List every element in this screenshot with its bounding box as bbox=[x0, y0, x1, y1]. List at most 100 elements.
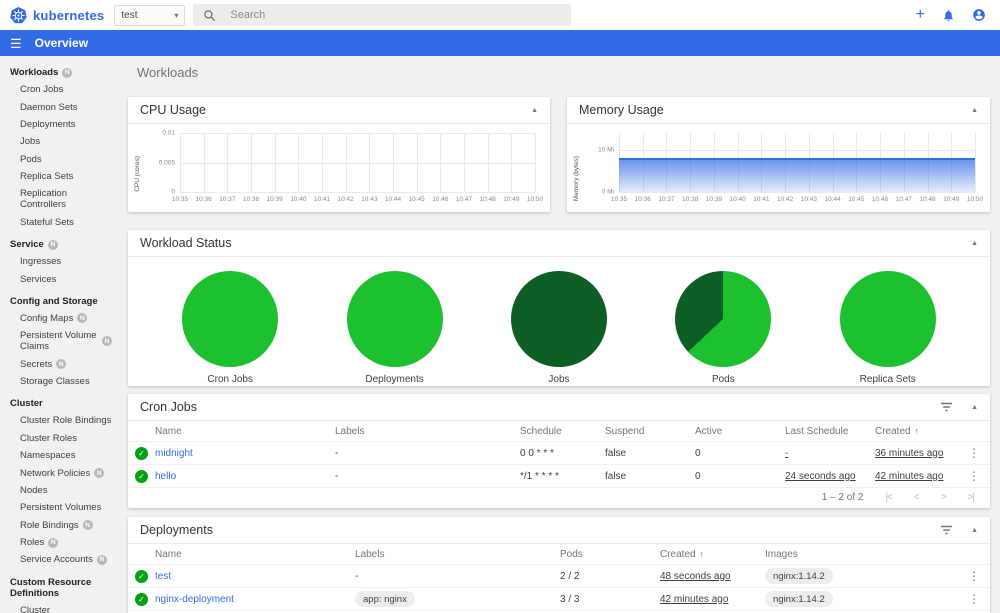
created-value[interactable]: 48 seconds ago bbox=[660, 571, 731, 582]
sidebar-item-namespaces[interactable]: Namespaces bbox=[0, 447, 120, 464]
namespaced-badge: N bbox=[56, 359, 67, 370]
sidebar-item-pods[interactable]: Pods bbox=[0, 151, 120, 168]
col-labels[interactable]: Labels bbox=[335, 426, 520, 437]
logo-text: kubernetes bbox=[33, 7, 105, 23]
sidebar-item-persistent-volumes[interactable]: Persistent Volumes bbox=[0, 499, 120, 516]
namespaced-badge: N bbox=[94, 468, 105, 479]
sidebar-item-service-accounts[interactable]: Service Accounts N bbox=[0, 551, 120, 568]
table-row: ✓ hello - */1 * * * * false 0 24 seconds… bbox=[128, 465, 990, 488]
collapse-caret-icon[interactable]: ▲ bbox=[971, 527, 978, 534]
namespace-selector[interactable]: test ▾ bbox=[114, 4, 186, 26]
namespaced-badge: N bbox=[47, 239, 58, 250]
sidebar-item-cron-jobs[interactable]: Cron Jobs bbox=[0, 81, 120, 98]
sidebar-section-workloads[interactable]: Workloads N bbox=[0, 63, 120, 81]
pie-jobs: Jobs bbox=[484, 271, 634, 385]
prev-page-icon[interactable]: < bbox=[914, 492, 920, 503]
memory-usage-title: Memory Usage bbox=[579, 103, 664, 117]
pods-pie-chart[interactable] bbox=[675, 271, 772, 367]
image-chip: nginx:1.14.2 bbox=[765, 568, 833, 584]
col-labels[interactable]: Labels bbox=[355, 549, 560, 560]
sidebar-item-ingresses[interactable]: Ingresses bbox=[0, 253, 120, 270]
cron-job-link[interactable]: hello bbox=[155, 471, 176, 482]
sidebar-item-config-maps[interactable]: Config Maps N bbox=[0, 310, 120, 327]
last-schedule-value[interactable]: 24 seconds ago bbox=[785, 471, 856, 482]
sidebar-section-custom-resource-definitions[interactable]: Custom Resource Definitions bbox=[0, 573, 120, 602]
collapse-caret-icon[interactable]: ▲ bbox=[971, 404, 978, 411]
account-user-icon[interactable] bbox=[972, 8, 986, 22]
search-input[interactable] bbox=[230, 9, 511, 21]
col-name[interactable]: Name bbox=[155, 426, 335, 437]
sidebar-section-config-and-storage[interactable]: Config and Storage bbox=[0, 292, 120, 310]
filter-icon[interactable] bbox=[940, 402, 953, 412]
created-value[interactable]: 42 minutes ago bbox=[660, 594, 728, 605]
pagination: 1 – 2 of 2 |< < > >| bbox=[128, 488, 990, 507]
col-schedule[interactable]: Schedule bbox=[520, 426, 605, 437]
created-value[interactable]: 36 minutes ago bbox=[875, 448, 943, 459]
search-icon bbox=[204, 9, 216, 21]
namespaced-badge: N bbox=[77, 313, 88, 324]
row-menu-kebab-icon[interactable]: ⋮ bbox=[958, 592, 990, 606]
col-created[interactable]: Created ↑ bbox=[660, 549, 765, 560]
row-menu-kebab-icon[interactable]: ⋮ bbox=[958, 569, 990, 583]
cron-jobs-pie-chart[interactable] bbox=[182, 271, 279, 367]
replica-sets-pie-chart[interactable] bbox=[839, 271, 936, 367]
created-value[interactable]: 42 minutes ago bbox=[875, 471, 943, 482]
col-active[interactable]: Active bbox=[695, 426, 785, 437]
sidebar-item-replica-sets[interactable]: Replica Sets bbox=[0, 168, 120, 185]
deployment-link[interactable]: nginx-deployment bbox=[155, 594, 234, 605]
collapse-caret-icon[interactable]: ▲ bbox=[971, 240, 978, 247]
pie-deployments: Deployments bbox=[320, 271, 470, 385]
col-suspend[interactable]: Suspend bbox=[605, 426, 695, 437]
menu-hamburger-icon[interactable]: ☰ bbox=[10, 37, 22, 50]
deployment-link[interactable]: test bbox=[155, 571, 171, 582]
col-name[interactable]: Name bbox=[155, 549, 355, 560]
next-page-icon[interactable]: > bbox=[941, 492, 947, 503]
namespaced-badge: N bbox=[96, 554, 107, 565]
sidebar-item-services[interactable]: Services bbox=[0, 270, 120, 287]
last-page-icon[interactable]: >| bbox=[968, 492, 976, 503]
sidebar-section-service[interactable]: Service N bbox=[0, 235, 120, 253]
namespace-value: test bbox=[121, 9, 138, 21]
row-menu-kebab-icon[interactable]: ⋮ bbox=[958, 469, 990, 483]
namespaced-badge: N bbox=[102, 336, 112, 347]
last-schedule-value[interactable]: - bbox=[785, 448, 788, 459]
cron-job-link[interactable]: midnight bbox=[155, 448, 193, 459]
filter-icon[interactable] bbox=[940, 525, 953, 535]
sidebar-item-replication-controllers[interactable]: Replication Controllers bbox=[0, 185, 120, 213]
col-pods[interactable]: Pods bbox=[560, 549, 660, 560]
col-created[interactable]: Created ↑ bbox=[875, 426, 958, 437]
sidebar-item-cluster-roles[interactable]: Cluster Roles bbox=[0, 430, 120, 447]
search-bar[interactable] bbox=[193, 4, 572, 26]
jobs-pie-chart[interactable] bbox=[510, 271, 607, 367]
cron-jobs-title: Cron Jobs bbox=[140, 400, 197, 414]
table-row: ✓ midnight - 0 0 * * * false 0 - 36 minu… bbox=[128, 442, 990, 465]
sidebar-item-deployments[interactable]: Deployments bbox=[0, 116, 120, 133]
sidebar-item-secrets[interactable]: Secrets N bbox=[0, 356, 120, 373]
deployments-pie-chart[interactable] bbox=[346, 271, 443, 367]
sidebar-item-crd-cluster[interactable]: Cluster bbox=[0, 602, 120, 613]
kubernetes-logo[interactable]: kubernetes bbox=[10, 6, 105, 24]
sidebar-item-role-bindings[interactable]: Role Bindings N bbox=[0, 517, 120, 534]
namespaced-badge: N bbox=[62, 67, 73, 78]
workload-status-card: Workload Status ▲ Cron Jobs Deployments … bbox=[128, 230, 990, 386]
notifications-bell-icon[interactable] bbox=[942, 9, 955, 22]
sidebar-item-jobs[interactable]: Jobs bbox=[0, 133, 120, 150]
collapse-caret-icon[interactable]: ▲ bbox=[971, 107, 978, 114]
cpu-usage-card: CPU Usage ▲ CPU (cores) 10:35 10:36 10:37 1… bbox=[128, 97, 550, 212]
sidebar-item-stateful-sets[interactable]: Stateful Sets bbox=[0, 214, 120, 231]
status-ok-check-icon: ✓ bbox=[135, 469, 148, 483]
sidebar-item-persistent-volume-claims[interactable]: Persistent Volume Claims N bbox=[0, 327, 120, 355]
sidebar-item-roles[interactable]: Roles N bbox=[0, 534, 120, 551]
col-last-schedule[interactable]: Last Schedule bbox=[785, 426, 875, 437]
sidebar-item-storage-classes[interactable]: Storage Classes bbox=[0, 373, 120, 390]
create-resource-plus-icon[interactable]: + bbox=[916, 7, 925, 23]
sidebar-item-cluster-role-bindings[interactable]: Cluster Role Bindings bbox=[0, 412, 120, 429]
sidebar-item-network-policies[interactable]: Network Policies N bbox=[0, 464, 120, 481]
sidebar-item-nodes[interactable]: Nodes bbox=[0, 482, 120, 499]
first-page-icon[interactable]: |< bbox=[885, 492, 893, 503]
collapse-caret-icon[interactable]: ▲ bbox=[531, 107, 538, 114]
row-menu-kebab-icon[interactable]: ⋮ bbox=[958, 446, 990, 460]
sidebar-section-cluster[interactable]: Cluster bbox=[0, 394, 120, 412]
sidebar-item-daemon-sets[interactable]: Daemon Sets bbox=[0, 98, 120, 115]
col-images[interactable]: Images bbox=[765, 549, 958, 560]
